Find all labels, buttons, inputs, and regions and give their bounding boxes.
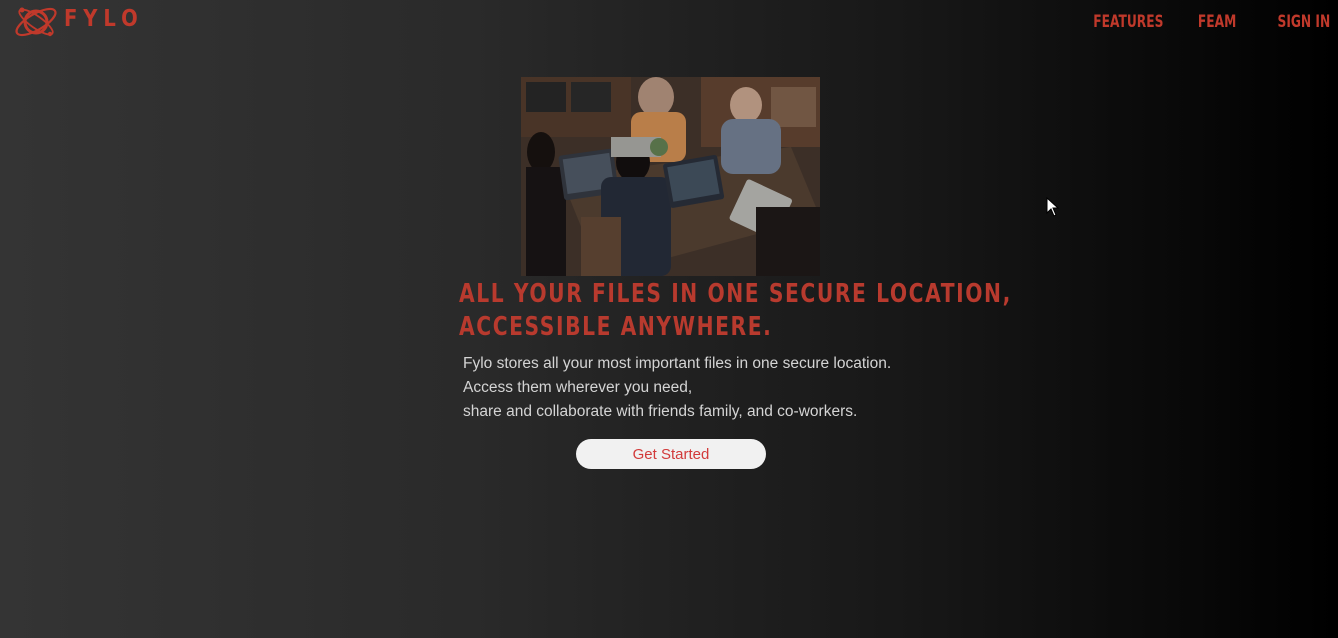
orbit-logo-icon [15, 7, 57, 37]
brand-name: FYLO [64, 5, 144, 32]
description-line: Access them wherever you need, [463, 379, 693, 396]
headline-line-1: ALL YOUR FILES IN ONE SECURE LOCATION, [459, 279, 1012, 309]
description-line: Fylo stores all your most important file… [463, 355, 892, 372]
headline-line-2: ACCESSIBLE ANYWHERE. [459, 312, 773, 342]
hero-description: Fylo stores all your most important file… [463, 352, 891, 424]
nav-features[interactable]: FEATURES [1093, 11, 1163, 33]
hero-headline: ALL YOUR FILES IN ONE SECURE LOCATION, A… [459, 278, 1012, 344]
hero-image [521, 77, 820, 276]
logo-link[interactable]: FYLO [12, 0, 158, 42]
nav-feam[interactable]: FEAM [1198, 11, 1236, 33]
description-line: share and collaborate with friends famil… [463, 403, 858, 420]
nav-sign-in[interactable]: SIGN IN [1277, 11, 1330, 33]
mouse-cursor-icon [1046, 197, 1060, 217]
get-started-button[interactable]: Get Started [576, 439, 766, 469]
team-working-on-laptops-photo [521, 77, 820, 276]
main-nav: FEATURES FEAM SIGN IN [1066, 11, 1330, 33]
